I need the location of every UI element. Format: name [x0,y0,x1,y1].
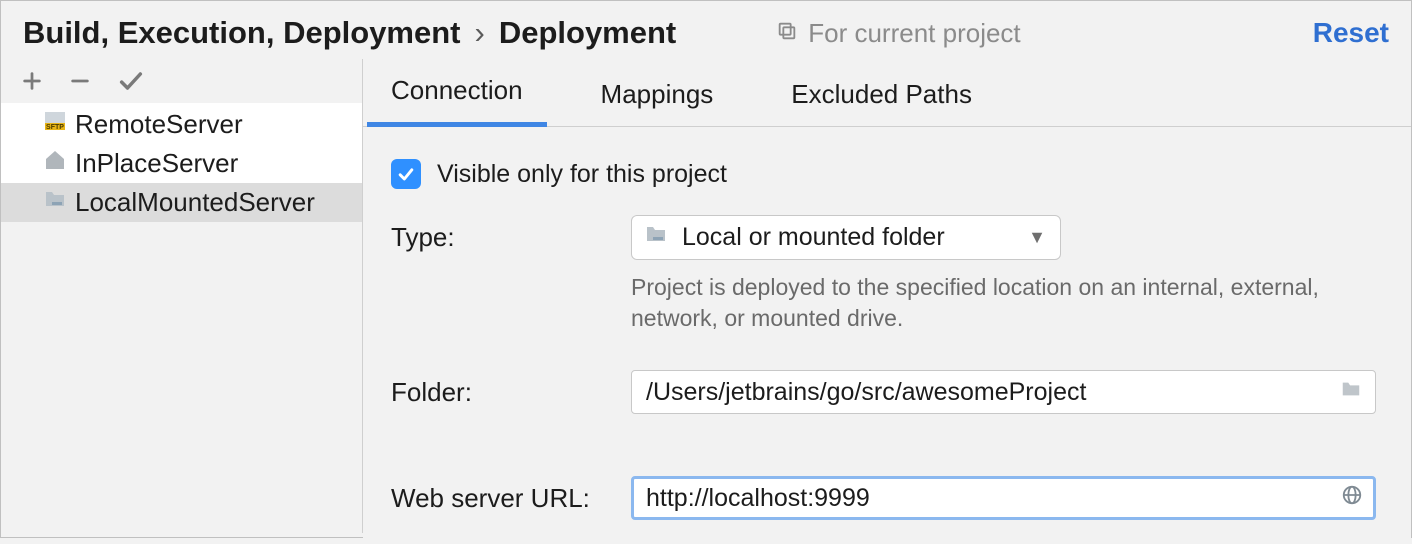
server-item-label: InPlaceServer [75,148,238,179]
tab-mappings[interactable]: Mappings [577,63,738,126]
svg-text:SFTP: SFTP [46,124,64,131]
type-label: Type: [391,222,631,253]
chevron-down-icon: ▼ [1028,227,1046,248]
type-select[interactable]: Local or mounted folder ▼ [631,215,1061,260]
add-server-button[interactable] [21,65,43,95]
folder-label: Folder: [391,377,631,408]
tab-connection[interactable]: Connection [367,59,547,127]
folder-input[interactable] [644,377,1339,408]
server-item-localmountedserver[interactable]: LocalMountedServer [1,183,362,222]
server-item-label: LocalMountedServer [75,187,315,218]
sftp-icon: SFTP [43,109,67,140]
apply-button[interactable] [117,65,145,95]
detail-tabs: Connection Mappings Excluded Paths [363,59,1411,127]
for-current-project-label: For current project [776,18,1020,49]
reset-button[interactable]: Reset [1313,17,1389,49]
chevron-right-icon: › [475,15,485,51]
server-item-inplaceserver[interactable]: InPlaceServer [1,144,362,183]
server-item-remoteserver[interactable]: SFTP RemoteServer [1,105,362,144]
web-server-url-label: Web server URL: [391,483,631,514]
mounted-folder-icon [43,187,67,218]
visible-for-project-checkbox[interactable] [391,159,421,189]
type-select-value: Local or mounted folder [682,223,1014,252]
server-item-label: RemoteServer [75,109,243,140]
type-hint: Project is deployed to the specified loc… [631,272,1383,334]
server-list: SFTP RemoteServer InPlaceServer LocalMou… [1,103,362,222]
breadcrumb-current: Deployment [499,15,676,51]
breadcrumb-root[interactable]: Build, Execution, Deployment [23,15,461,51]
home-icon [43,148,67,179]
web-server-url-input-wrap[interactable] [631,476,1376,520]
copy-icon [776,18,798,49]
folder-input-wrap[interactable] [631,370,1376,414]
breadcrumb: Build, Execution, Deployment › Deploymen… [23,15,676,51]
browse-folder-icon[interactable] [1339,378,1363,407]
tab-excluded-paths[interactable]: Excluded Paths [767,63,996,126]
web-server-url-input[interactable] [644,483,1341,514]
remove-server-button[interactable] [69,65,91,95]
globe-icon[interactable] [1341,484,1363,513]
mounted-folder-icon [644,222,668,253]
server-toolbar [1,59,362,103]
visible-for-project-label: Visible only for this project [437,160,727,189]
